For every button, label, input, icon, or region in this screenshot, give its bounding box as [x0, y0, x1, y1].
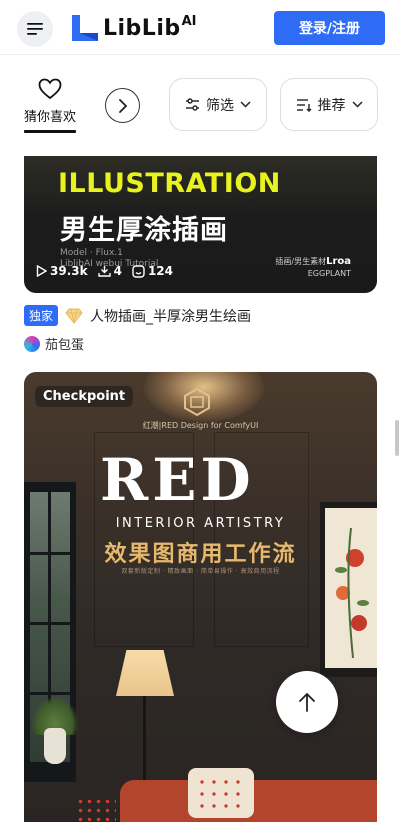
tab-label: 猜你喜欢	[23, 110, 76, 125]
download-icon	[97, 266, 111, 277]
liblib-logo[interactable]: LibLib AI	[70, 12, 197, 44]
checkpoint-tag: Checkpoint	[35, 386, 134, 407]
floor-lamp-shade	[116, 650, 174, 696]
brand-emblem-icon	[184, 387, 210, 417]
sort-list-icon	[296, 98, 311, 112]
card-stats: 39.3k 4 124	[36, 264, 173, 278]
avatar	[24, 335, 40, 352]
model-card-cover[interactable]: ILLUSTRATION 男生厚涂插画 Model · Flux.1 Libli…	[24, 156, 377, 293]
cover-tiny-line: 双套新版定制 · 精致画面 · 简单易操作 · 高效商用流程	[121, 568, 280, 575]
play-icon	[36, 265, 47, 277]
logo-mark-icon	[72, 15, 98, 41]
downloads-stat: 4	[97, 264, 122, 278]
scrollbar-thumb[interactable]	[395, 420, 399, 456]
cover-brand-top: 插画/男生素材	[275, 257, 327, 266]
cover-title-zh: 男生厚涂插画	[60, 215, 228, 246]
cover-big-title: RED	[100, 446, 255, 514]
floral-art	[335, 527, 369, 659]
cover-brand: 插画/男生素材Lroa EGGPLANT	[275, 256, 351, 280]
login-register-button[interactable]: 登录/注册	[274, 11, 385, 45]
filter-dropdown[interactable]: 筛选	[169, 78, 267, 131]
cover-brand-name: Lroa	[326, 256, 351, 267]
exclusive-badge: 独家	[24, 305, 59, 326]
flowers	[76, 797, 116, 822]
top-header: LibLib AI 登录/注册	[0, 0, 400, 55]
heart-icon	[38, 78, 62, 100]
logo-text: LibLib	[103, 15, 181, 41]
cover-title-en: ILLUSTRATION	[58, 168, 281, 199]
sort-label: 推荐	[317, 97, 346, 114]
menu-button[interactable]	[17, 11, 53, 47]
hamburger-menu-icon	[27, 23, 43, 35]
runs-count: 39.3k	[50, 264, 88, 278]
card-author[interactable]: 茄包蛋	[24, 334, 84, 353]
smile-icon	[132, 264, 145, 278]
cover-model-line: Model · Flux.1	[60, 248, 123, 258]
runs-stat: 39.3k	[36, 264, 88, 278]
scroll-tabs-next-button[interactable]	[105, 88, 140, 123]
likes-count: 124	[147, 264, 174, 278]
chevron-right-icon	[118, 98, 127, 113]
card-title-row: 独家 人物插画_半厚涂男生绘画	[24, 305, 251, 326]
active-tab-underline	[24, 130, 76, 133]
likes-stat: 124	[132, 264, 173, 278]
cover-brand-sub: EGGPLANT	[307, 269, 351, 278]
window-mullion	[30, 692, 70, 695]
tab-guess-you-like[interactable]: 猜你喜欢	[22, 78, 78, 133]
logo-ai-suffix: AI	[181, 13, 197, 29]
downloads-count: 4	[113, 264, 122, 278]
chevron-down-icon	[351, 101, 363, 108]
painting-canvas	[325, 508, 377, 668]
card-title[interactable]: 人物插画_半厚涂男生绘画	[90, 306, 251, 326]
filter-label: 筛选	[206, 97, 234, 114]
cover-title-zh: 效果图商用工作流	[104, 542, 297, 567]
diamond-icon	[65, 308, 83, 324]
pillow-pattern	[196, 776, 246, 810]
window-mullion	[30, 622, 70, 625]
back-to-top-button[interactable]	[276, 671, 338, 733]
cover-subtitle-en: INTERIOR ARTISTRY	[115, 516, 286, 531]
chevron-down-icon	[240, 101, 251, 108]
cover-sub-brand: 红潮|RED Design for ComfyUI	[142, 421, 259, 430]
arrow-up-icon	[299, 693, 315, 712]
sort-dropdown[interactable]: 推荐	[280, 78, 378, 131]
filter-row: 猜你喜欢 筛选 推荐	[0, 56, 400, 156]
sliders-icon	[186, 97, 199, 111]
plant-pot	[44, 728, 66, 764]
model-card-cover-2[interactable]: Checkpoint 红潮|RED Design for ComfyUI RED…	[24, 372, 377, 822]
author-name: 茄包蛋	[45, 338, 85, 353]
